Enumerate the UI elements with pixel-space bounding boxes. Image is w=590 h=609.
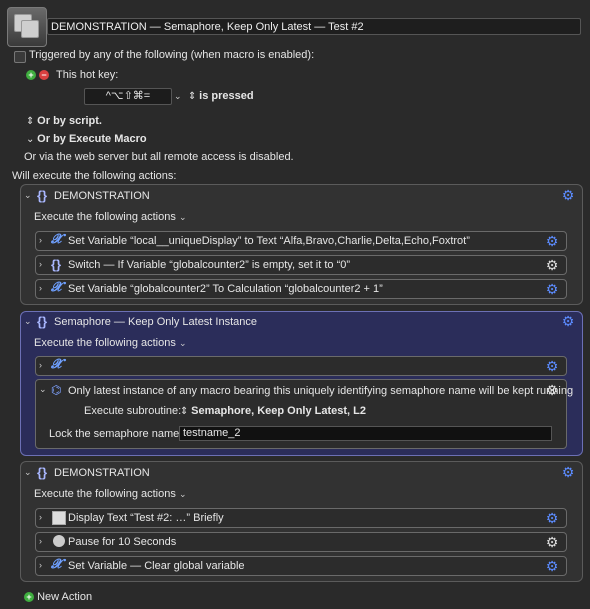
subroutine-label: Execute subroutine: [84,405,182,417]
expand-chevron-icon[interactable]: › [39,360,42,370]
macro-title-field[interactable]: DEMONSTRATION — Semaphore, Keep Only Lat… [47,18,581,35]
gear-icon[interactable]: ⚙ [545,383,559,397]
hotkey-state-select[interactable]: ⇕ is pressed [188,90,254,102]
or-by-script[interactable]: ⇕ Or by script. [26,115,102,127]
expand-chevron-icon[interactable]: › [39,512,42,522]
add-icon: + [24,592,34,602]
chevron-down-icon: ⌄ [178,212,187,222]
action-label: Set Variable “globalcounter2” To Calcula… [68,283,383,295]
variable-icon: 𝓧 [51,280,62,295]
collapse-chevron-icon[interactable]: ⌄ [39,384,47,395]
group-icon: {} [37,188,48,203]
gear-icon[interactable]: ⚙ [545,511,559,525]
web-server-note: Or via the web server but all remote acc… [24,151,294,163]
add-trigger-icon[interactable]: + [26,70,36,80]
group-1-title: DEMONSTRATION [54,190,150,202]
gear-icon[interactable]: ⚙ [545,359,559,373]
expand-chevron-icon[interactable]: › [39,235,42,245]
expand-chevron-icon[interactable]: › [39,283,42,293]
hotkey-state-label: is pressed [199,90,254,102]
group-icon: {} [51,257,62,272]
gear-icon[interactable]: ⚙ [545,258,559,272]
or-by-execute-label: Or by Execute Macro [37,133,147,145]
semaphore-description: Only latest instance of any macro bearin… [68,385,574,397]
or-by-execute-macro[interactable]: ⌄ Or by Execute Macro [26,133,147,145]
chevron-down-icon: ⌄ [178,338,187,348]
expand-chevron-icon[interactable]: › [39,259,42,269]
remove-trigger-icon[interactable]: − [39,70,49,80]
group-3-title: DEMONSTRATION [54,467,150,479]
variable-icon: 𝓧 [51,557,62,572]
action-label: Switch — If Variable “globalcounter2” is… [68,259,351,271]
gear-icon[interactable]: ⚙ [545,234,559,248]
action-label: Set Variable “local__uniqueDisplay” to T… [68,235,470,247]
hotkey-field[interactable]: ^⌥⇧⌘= [84,88,172,105]
group-icon: {} [37,465,48,480]
gear-icon[interactable]: ⚙ [561,188,575,202]
new-action-label: New Action [37,591,93,603]
group-2-subtitle[interactable]: Execute the following actions ⌄ [34,337,186,349]
variable-icon: 𝓧 [51,357,62,372]
lock-label: Lock the semaphore named [49,428,186,440]
updown-icon: ⇕ [188,91,200,102]
triggered-label: Triggered by any of the following (when … [29,49,315,61]
collapse-chevron-icon[interactable]: ⌄ [24,467,32,478]
macro-icon[interactable] [7,7,47,47]
hotkey-dropdown-icon[interactable]: ⌄ [174,91,182,102]
semaphore-icon: ⌬ [51,383,62,397]
will-execute-label: Will execute the following actions: [12,170,177,182]
action-label: Pause for 10 Seconds [68,536,177,548]
updown-icon: ⇕ [180,406,192,417]
execute-actions-label: Execute the following actions [34,337,176,349]
display-text-icon [52,511,66,525]
new-action-button[interactable]: + New Action [24,591,92,603]
gear-icon[interactable]: ⚙ [545,282,559,296]
action-label: Display Text “Test #2: …” Briefly [68,512,224,524]
or-by-script-label: Or by script. [37,115,102,127]
gear-icon[interactable]: ⚙ [561,314,575,328]
execute-actions-label: Execute the following actions [34,488,176,500]
triggered-checkbox[interactable] [14,51,26,63]
action-row[interactable] [35,356,567,376]
pause-icon [53,535,65,547]
updown-icon: ⇕ [26,116,38,127]
group-1-subtitle[interactable]: Execute the following actions ⌄ [34,211,186,223]
gear-icon[interactable]: ⚙ [545,559,559,573]
execute-actions-label: Execute the following actions [34,211,176,223]
subroutine-select[interactable]: ⇕ Semaphore, Keep Only Latest, L2 [180,405,366,417]
semaphore-name-field[interactable]: testname_2 [179,426,552,441]
action-label: Set Variable — Clear global variable [68,560,245,572]
gear-icon[interactable]: ⚙ [561,465,575,479]
group-3-subtitle[interactable]: Execute the following actions ⌄ [34,488,186,500]
gear-icon[interactable]: ⚙ [545,535,559,549]
group-icon: {} [37,314,48,329]
subroutine-value: Semaphore, Keep Only Latest, L2 [191,405,367,417]
collapse-chevron-icon[interactable]: ⌄ [24,190,32,201]
hotkey-label: This hot key: [56,69,119,81]
group-2-title: Semaphore — Keep Only Latest Instance [54,316,258,328]
expand-chevron-icon[interactable]: › [39,560,42,570]
expand-chevron-icon[interactable]: › [39,536,42,546]
chevron-down-icon: ⌄ [178,489,187,499]
variable-icon: 𝓧 [51,232,62,247]
chevron-down-icon: ⌄ [26,134,38,145]
collapse-chevron-icon[interactable]: ⌄ [24,316,32,327]
